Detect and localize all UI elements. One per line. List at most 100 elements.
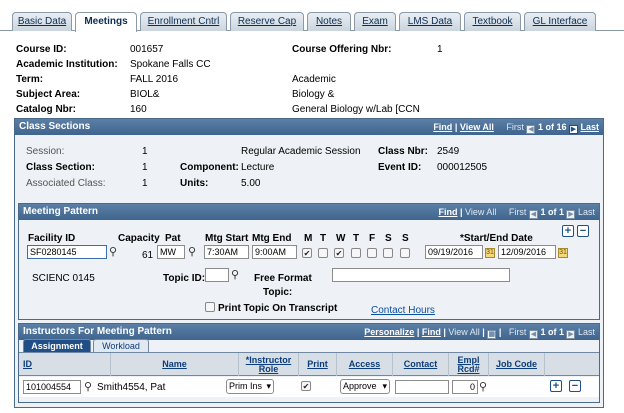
meeting-pattern-view-all: View All [465, 207, 497, 217]
session-description: Regular Academic Session [241, 146, 361, 157]
capacity-label: Capacity [118, 233, 160, 244]
catalog-value: 160 [130, 104, 147, 115]
subject-description: Biology & [292, 89, 335, 100]
column-header-instructor-role[interactable]: *Instructor Role [239, 353, 299, 376]
column-header-empl-rcd[interactable]: Empl Rcd# [449, 353, 489, 376]
session-value: 1 [142, 146, 148, 157]
column-header-id[interactable]: ID [19, 353, 111, 376]
empl-rcd-input[interactable]: 0 [452, 380, 478, 394]
tab-exam[interactable]: Exam [354, 12, 396, 31]
tab-notes[interactable]: Notes [307, 12, 351, 31]
next-arrow-icon: ▶ [566, 210, 576, 219]
free-format-topic-input[interactable] [332, 268, 510, 282]
instructors-range: 1 of 1 [540, 327, 564, 337]
access-select[interactable]: Approve [340, 379, 390, 394]
tab-bar: Basic Data Meetings Enrollment Cntrl Res… [0, 0, 624, 32]
associated-class-label: Associated Class: [26, 178, 106, 189]
meeting-pattern-nav: Find | View All First ◀ 1 of 1 ▶ Last [438, 207, 595, 219]
add-meeting-pattern-button[interactable]: + [562, 225, 574, 237]
delete-instructor-button[interactable]: − [569, 380, 581, 392]
column-header-job-code[interactable]: Job Code [489, 353, 545, 376]
print-topic-checkbox[interactable] [205, 302, 215, 312]
prev-arrow-icon[interactable]: ◀ [526, 125, 536, 134]
subtab-assignment[interactable]: Assignment [23, 339, 91, 352]
subject-value: BIOL& [130, 89, 160, 100]
meeting-pattern-header: Meeting Pattern Find | View All First ◀ … [19, 204, 599, 220]
instructor-name: Smith4554, Pat [97, 382, 166, 393]
mtg-end-input[interactable]: 9:00AM [252, 245, 297, 259]
instructors-first-label: First [508, 327, 527, 337]
tab-meetings[interactable]: Meetings [75, 12, 137, 32]
facility-id-input[interactable]: SF0280145 [27, 245, 107, 259]
day-checkbox-wed[interactable]: ✔ [334, 248, 344, 258]
empl-rcd-lookup-icon[interactable]: ⚲ [479, 382, 490, 393]
instructor-lookup-icon[interactable]: ⚲ [84, 382, 95, 393]
start-date-input[interactable]: 09/19/2016 [425, 245, 483, 259]
class-nbr-value: 2549 [437, 146, 460, 157]
institution-label: Academic Institution: [16, 59, 118, 70]
session-label: Session: [26, 146, 65, 157]
class-nbr-label: Class Nbr: [378, 146, 429, 157]
facility-lookup-icon[interactable]: ⚲ [109, 247, 120, 258]
add-instructor-button[interactable]: + [550, 380, 562, 392]
tab-lms-data[interactable]: LMS Data [399, 12, 461, 31]
personalize-link[interactable]: Personalize [364, 327, 414, 337]
day-checkbox-mon[interactable]: ✔ [302, 248, 312, 258]
tab-reserve-cap[interactable]: Reserve Cap [230, 12, 304, 31]
subtab-workload[interactable]: Workload [93, 339, 149, 352]
day-checkbox-sun[interactable] [400, 248, 410, 258]
event-id-value: 000012505 [437, 162, 488, 173]
tab-textbook[interactable]: Textbook [464, 12, 521, 31]
calendar-icon[interactable]: 31 [558, 248, 568, 258]
end-date-input[interactable]: 12/09/2016 [498, 245, 556, 259]
tab-basic-data[interactable]: Basic Data [12, 12, 72, 31]
mtg-start-input[interactable]: 7:30AM [204, 245, 249, 259]
free-format-label: Free Format [254, 273, 312, 284]
course-id-label: Course ID: [16, 44, 67, 55]
day-checkbox-fri[interactable] [367, 248, 377, 258]
class-sections-range: 1 of 16 [537, 122, 567, 132]
class-sections-find-link[interactable]: Find [433, 122, 452, 132]
tab-enrollment-cntrl[interactable]: Enrollment Cntrl [140, 12, 227, 31]
day-label-sun: S [402, 233, 409, 244]
day-label-sat: S [385, 233, 392, 244]
delete-meeting-pattern-button[interactable]: − [577, 225, 589, 237]
meeting-pattern-last-label: Last [577, 207, 595, 217]
instructor-role-select[interactable]: Prim Ins [226, 379, 274, 394]
column-header-contact[interactable]: Contact [393, 353, 449, 376]
class-sections-last-link[interactable]: Last [580, 122, 599, 132]
print-checkbox[interactable]: ✔ [301, 381, 311, 391]
contact-hours-link[interactable]: Contact Hours [371, 305, 435, 316]
grid-download-icon[interactable]: ▦ [487, 330, 497, 339]
tab-gl-interface[interactable]: GL Interface [524, 12, 596, 31]
course-id-value: 001657 [130, 44, 164, 55]
mtg-start-label: Mtg Start [205, 233, 249, 244]
associated-class-value: 1 [142, 178, 148, 189]
class-sections-header: Class Sections Find | View All First ◀ 1… [15, 119, 603, 135]
column-header-print[interactable]: Print [299, 353, 337, 376]
next-arrow-icon: ▶ [566, 330, 576, 339]
instructor-id-input[interactable]: 101004554 [23, 380, 81, 394]
class-sections-view-all-link[interactable]: View All [460, 122, 494, 132]
calendar-icon[interactable]: 31 [485, 248, 495, 258]
next-arrow-icon[interactable]: ▶ [568, 125, 578, 134]
contact-input[interactable] [395, 380, 449, 394]
class-section-label: Class Section: [26, 162, 95, 173]
day-checkbox-sat[interactable] [383, 248, 393, 258]
column-header-name[interactable]: Name [111, 353, 239, 376]
meeting-pattern-find-link[interactable]: Find [438, 207, 457, 217]
instructors-header: Instructors For Meeting Pattern Personal… [19, 324, 599, 340]
class-section-value: 1 [142, 162, 148, 173]
topic-lookup-icon[interactable]: ⚲ [231, 270, 242, 281]
free-format-topic-label: Topic: [263, 287, 293, 298]
day-checkbox-thu[interactable] [351, 248, 361, 258]
column-header-access[interactable]: Access [337, 353, 393, 376]
prev-arrow-icon: ◀ [528, 210, 538, 219]
topic-id-label: Topic ID: [163, 273, 206, 284]
day-checkbox-tue[interactable] [318, 248, 328, 258]
pattern-lookup-icon[interactable]: ⚲ [188, 247, 199, 258]
pattern-input[interactable]: MW [157, 245, 185, 259]
instructors-find-link[interactable]: Find [422, 327, 441, 337]
class-sections-nav: Find | View All First ◀ 1 of 16 ▶ Last [433, 122, 599, 134]
topic-id-input[interactable] [205, 268, 229, 282]
